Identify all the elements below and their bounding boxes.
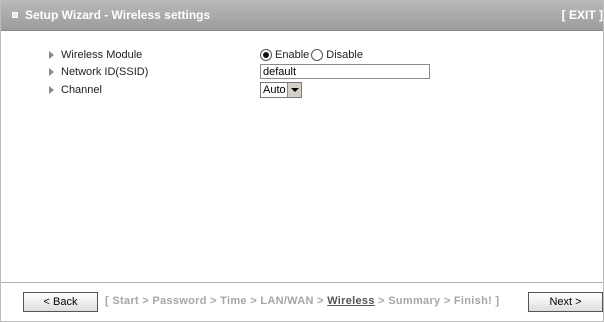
breadcrumb-separator: > bbox=[142, 295, 149, 307]
exit-link[interactable]: [ EXIT ] bbox=[562, 8, 603, 22]
wireless-module-row: Wireless Module Enable Disable bbox=[1, 47, 603, 63]
breadcrumb-separator: > bbox=[378, 295, 385, 307]
setup-wizard-window: Setup Wizard - Wireless settings [ EXIT … bbox=[0, 0, 604, 322]
step-wireless-current: Wireless bbox=[327, 295, 375, 307]
disable-radio[interactable] bbox=[311, 49, 324, 61]
breadcrumb-separator: > bbox=[317, 295, 324, 307]
title-bar: Setup Wizard - Wireless settings [ EXIT … bbox=[1, 1, 603, 31]
step-lan-wan[interactable]: LAN/WAN bbox=[260, 295, 313, 307]
step-time[interactable]: Time bbox=[220, 295, 247, 307]
page-title: Setup Wizard - Wireless settings bbox=[25, 8, 211, 22]
arrow-right-icon bbox=[49, 68, 54, 76]
footer-divider bbox=[1, 282, 603, 283]
breadcrumb-separator: > bbox=[210, 295, 217, 307]
breadcrumb-separator: > bbox=[443, 295, 451, 307]
step-summary[interactable]: Summary bbox=[388, 295, 440, 307]
ssid-label: Network ID(SSID) bbox=[61, 66, 149, 78]
disable-radio-label: Disable bbox=[326, 49, 363, 61]
step-finish[interactable]: Finish! bbox=[454, 295, 492, 307]
arrow-right-icon bbox=[49, 86, 54, 94]
wireless-module-label: Wireless Module bbox=[61, 49, 143, 61]
chevron-down-icon[interactable] bbox=[287, 83, 301, 97]
channel-select[interactable]: Auto bbox=[260, 82, 302, 98]
bullet-icon bbox=[12, 12, 18, 18]
step-start[interactable]: Start bbox=[112, 295, 139, 307]
ssid-input[interactable] bbox=[260, 64, 430, 79]
channel-select-value: Auto bbox=[263, 84, 286, 96]
arrow-right-icon bbox=[49, 51, 54, 59]
step-password[interactable]: Password bbox=[152, 295, 206, 307]
wizard-breadcrumb: [ Start > Password > Time > LAN/WAN > Wi… bbox=[105, 295, 499, 307]
back-button[interactable]: < Back bbox=[23, 292, 98, 312]
next-button[interactable]: Next > bbox=[528, 292, 603, 312]
wireless-module-radio-group: Enable Disable bbox=[260, 47, 363, 63]
channel-label: Channel bbox=[61, 84, 102, 96]
enable-radio[interactable] bbox=[260, 49, 272, 61]
breadcrumb-separator: > bbox=[250, 295, 257, 307]
enable-radio-label: Enable bbox=[275, 49, 310, 61]
ssid-row: Network ID(SSID) bbox=[1, 64, 603, 80]
breadcrumb-open-bracket: [ bbox=[105, 295, 109, 307]
channel-row: Channel Auto bbox=[1, 82, 603, 98]
breadcrumb-close-bracket: ] bbox=[495, 295, 500, 307]
